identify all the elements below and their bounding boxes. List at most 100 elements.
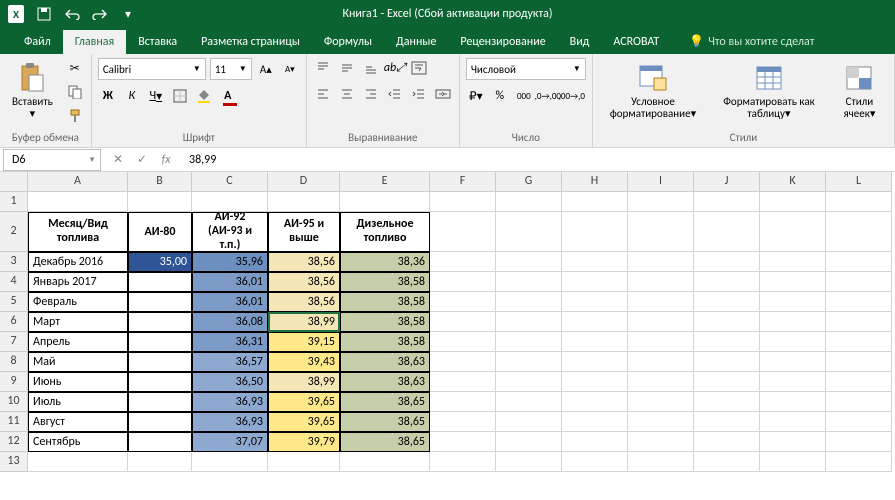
cell[interactable]: [562, 372, 628, 392]
row-header[interactable]: 11: [0, 412, 28, 432]
row-header[interactable]: 12: [0, 432, 28, 452]
cell[interactable]: [562, 272, 628, 292]
cell[interactable]: [628, 372, 694, 392]
cell[interactable]: Апрель: [28, 332, 128, 352]
cell[interactable]: 38,99: [268, 372, 340, 392]
cell[interactable]: [628, 252, 694, 272]
cancel-formula-button[interactable]: ✕: [107, 149, 129, 171]
cell[interactable]: Дизельное топливо: [340, 212, 430, 252]
cell[interactable]: [430, 372, 496, 392]
cell[interactable]: [694, 332, 760, 352]
cell[interactable]: [628, 432, 694, 452]
cell[interactable]: АИ-92 (АИ-93 и т.п.): [192, 212, 268, 252]
cell[interactable]: 39,65: [268, 392, 340, 412]
cell[interactable]: [430, 252, 496, 272]
align-middle-button[interactable]: [337, 58, 357, 78]
cell[interactable]: [496, 252, 562, 272]
cell[interactable]: [340, 192, 430, 212]
cell[interactable]: [340, 452, 430, 472]
cell[interactable]: [628, 352, 694, 372]
cell[interactable]: [268, 192, 340, 212]
tab-insert[interactable]: Вставка: [126, 30, 189, 54]
cell[interactable]: [694, 212, 760, 252]
increase-font-button[interactable]: A▴: [256, 59, 276, 79]
cell[interactable]: [694, 372, 760, 392]
cell[interactable]: 38,63: [340, 372, 430, 392]
underline-button[interactable]: Ч▾: [146, 86, 166, 106]
cell[interactable]: [128, 312, 192, 332]
increase-indent-button[interactable]: [409, 84, 429, 104]
cell[interactable]: [562, 212, 628, 252]
column-header[interactable]: A: [28, 172, 128, 192]
borders-button[interactable]: [170, 86, 190, 106]
cell[interactable]: Август: [28, 412, 128, 432]
comma-format-button[interactable]: 000: [514, 86, 534, 106]
paste-button[interactable]: Вставить▾: [6, 58, 59, 124]
cell[interactable]: 36,08: [192, 312, 268, 332]
cell[interactable]: [128, 272, 192, 292]
cell[interactable]: [430, 312, 496, 332]
cell[interactable]: [430, 272, 496, 292]
cell[interactable]: [496, 212, 562, 252]
tab-formulas[interactable]: Формулы: [312, 30, 384, 54]
cell[interactable]: [496, 452, 562, 472]
cell[interactable]: 38,58: [340, 312, 430, 332]
cell[interactable]: [760, 192, 826, 212]
cell[interactable]: [826, 372, 892, 392]
cell[interactable]: Июль: [28, 392, 128, 412]
cell[interactable]: [192, 452, 268, 472]
row-header[interactable]: 8: [0, 352, 28, 372]
cell[interactable]: [760, 452, 826, 472]
insert-function-button[interactable]: fx: [155, 149, 177, 171]
cell[interactable]: 38,56: [268, 272, 340, 292]
column-header[interactable]: L: [826, 172, 892, 192]
decrease-indent-button[interactable]: [385, 84, 405, 104]
cell[interactable]: [694, 412, 760, 432]
cell[interactable]: [826, 392, 892, 412]
cell[interactable]: [826, 312, 892, 332]
cell[interactable]: [562, 252, 628, 272]
cell[interactable]: [628, 312, 694, 332]
cell[interactable]: [694, 272, 760, 292]
row-header[interactable]: 9: [0, 372, 28, 392]
cell[interactable]: [826, 192, 892, 212]
cell[interactable]: 38,58: [340, 292, 430, 312]
cell[interactable]: 36,01: [192, 292, 268, 312]
cell[interactable]: АИ-80: [128, 212, 192, 252]
cell[interactable]: 38,58: [340, 272, 430, 292]
cell[interactable]: [760, 292, 826, 312]
column-header[interactable]: E: [340, 172, 430, 192]
cell[interactable]: [760, 312, 826, 332]
cell[interactable]: АИ-95 и выше: [268, 212, 340, 252]
cell[interactable]: [760, 372, 826, 392]
formula-input[interactable]: [183, 153, 895, 167]
cell[interactable]: [430, 212, 496, 252]
format-as-table-button[interactable]: Форматировать как таблицу▾: [713, 58, 825, 124]
cell[interactable]: 36,31: [192, 332, 268, 352]
cell[interactable]: 36,57: [192, 352, 268, 372]
align-left-button[interactable]: [313, 84, 333, 104]
cell[interactable]: 38,56: [268, 292, 340, 312]
cell[interactable]: [826, 252, 892, 272]
decrease-decimal-button[interactable]: ,00→,0: [562, 86, 582, 106]
cell[interactable]: 36,93: [192, 412, 268, 432]
cell[interactable]: 36,01: [192, 272, 268, 292]
cell[interactable]: [128, 352, 192, 372]
align-top-button[interactable]: [313, 58, 333, 78]
cell[interactable]: [562, 312, 628, 332]
tab-home[interactable]: Главная: [63, 30, 126, 54]
cell[interactable]: [826, 452, 892, 472]
cell[interactable]: [760, 252, 826, 272]
cell[interactable]: [430, 192, 496, 212]
tab-review[interactable]: Рецензирование: [448, 30, 557, 54]
cell[interactable]: [628, 272, 694, 292]
column-header[interactable]: F: [430, 172, 496, 192]
row-header[interactable]: 13: [0, 452, 28, 472]
cell[interactable]: [192, 192, 268, 212]
fill-color-button[interactable]: [194, 86, 214, 106]
decrease-font-button[interactable]: A▾: [280, 59, 300, 79]
cell[interactable]: [628, 332, 694, 352]
cell[interactable]: [694, 192, 760, 212]
row-header[interactable]: 4: [0, 272, 28, 292]
copy-button[interactable]: [65, 82, 85, 102]
